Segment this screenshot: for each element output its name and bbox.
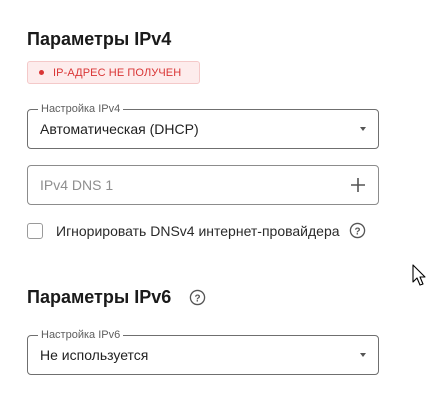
ipv4-setting-value: Автоматическая (DHCP)	[40, 121, 199, 137]
ipv6-title-text: Параметры IPv6	[27, 287, 172, 307]
status-badge-text: IP-АДРЕС НЕ ПОЛУЧЕН	[53, 66, 182, 79]
ipv4-dns-field[interactable]	[27, 165, 379, 205]
svg-text:?: ?	[354, 226, 360, 237]
svg-text:?: ?	[195, 293, 201, 304]
ipv4-dns-input[interactable]	[40, 175, 330, 195]
ip-status-badge: IP-АДРЕС НЕ ПОЛУЧЕН	[27, 61, 200, 84]
ipv4-setting-select[interactable]: Настройка IPv4 Автоматическая (DHCP)	[27, 103, 379, 149]
ipv6-setting-legend: Настройка IPv6	[38, 329, 124, 341]
dropdown-caret-icon	[360, 127, 366, 131]
mouse-cursor-icon	[412, 264, 426, 286]
ignore-isp-dns-label[interactable]: Игнорировать DNSv4 интернет-провайдера	[56, 223, 340, 239]
plus-icon[interactable]	[350, 177, 366, 193]
network-settings-page: Параметры IPv4 IP-АДРЕС НЕ ПОЛУЧЕН Настр…	[0, 0, 437, 401]
ipv4-setting-legend: Настройка IPv4	[38, 103, 124, 115]
ignore-isp-dns-row: Игнорировать DNSv4 интернет-провайдера ?	[27, 222, 366, 239]
ipv4-title-text: Параметры IPv4	[27, 29, 172, 49]
status-dot-icon	[39, 70, 44, 75]
ipv6-setting-value: Не используется	[40, 347, 149, 363]
dropdown-caret-icon	[360, 353, 366, 357]
ipv6-setting-select[interactable]: Настройка IPv6 Не используется	[27, 329, 379, 375]
help-circle-icon[interactable]: ?	[189, 289, 206, 306]
help-circle-icon[interactable]: ?	[349, 222, 366, 239]
ignore-isp-dns-checkbox[interactable]	[27, 222, 43, 239]
ipv4-section-title: Параметры IPv4	[27, 29, 171, 50]
ipv6-section-title: Параметры IPv6 ?	[27, 287, 206, 308]
